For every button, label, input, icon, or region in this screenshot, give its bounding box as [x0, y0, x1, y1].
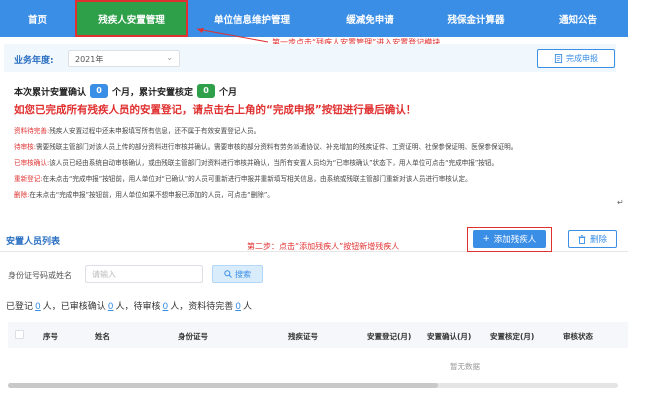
add-button-label: 添加残疾人 — [493, 235, 537, 245]
note-text: 需要残联主管部门对该人员上传的部分资料进行审核并确认。需要审核的部分资料有劳务派… — [36, 143, 518, 151]
search-button-label: 搜索 — [235, 269, 251, 279]
approved-count-badge: 0 — [197, 84, 216, 98]
horizontal-scrollbar-thumb[interactable] — [8, 383, 438, 388]
step1-arrow-line — [196, 28, 269, 43]
column-header-name: 姓名 — [95, 332, 110, 341]
note-approved: 已审核确认:该人员已经由系统自动审核确认，或由残联主管部门对资料进行审核并确认，… — [14, 157, 498, 167]
note-text: 残疾人安置过程中还未申报填写所有信息，还不属于有效安置登记人员。 — [49, 127, 261, 135]
note-tag: 重新登记: — [14, 175, 43, 183]
step2-callout: 第二步：点击“添加残疾人”按钮新增残疾人 — [247, 242, 400, 251]
note-incomplete: 资料待完善:残疾人安置过程中还未申报填写所有信息，还不属于有效安置登记人员。 — [14, 125, 260, 135]
note-tag: 已审核确认: — [14, 159, 50, 167]
note-text: 该人员已经由系统自动审核确认，或由残联主管部门对资料进行审核并确认，当所有安置人… — [49, 159, 499, 167]
select-all-checkbox[interactable] — [15, 330, 24, 339]
delete-button-label: 删除 — [589, 235, 607, 245]
summary-middle: 个月，累计安置核定 — [112, 87, 194, 98]
pending-count-link[interactable]: 0 — [163, 302, 169, 312]
column-header-review-status: 审核状态 — [563, 332, 593, 341]
note-text: 在未点击“完成申报”按钮前，用人单位对“已确认”的人员可重新进行申报并重新填写相… — [42, 175, 472, 183]
registered-count-link[interactable]: 0 — [35, 302, 41, 312]
complete-declaration-button[interactable]: 完成申报 — [537, 49, 615, 68]
column-header-confirmed-months: 安置确认(月) — [427, 332, 472, 341]
approved-count-link[interactable]: 0 — [108, 302, 114, 312]
note-tag: 资料待完善: — [14, 127, 50, 135]
empty-table-text: 暂无数据 — [450, 362, 480, 371]
note-text: 在未点击“完成申报”按钮前，用人单位如果不想申报已添加的人员，可点击“删除”。 — [29, 191, 274, 199]
note-pending-review: 待审核:需要残联主管部门对该人员上传的部分资料进行审核并确认。需要审核的部分资料… — [14, 141, 517, 151]
stats-label: 人，资料待完善 — [170, 302, 234, 312]
note-delete: 删除:在未点击“完成申报”按钮前，用人单位如果不想申报已添加的人员，可点击“删除… — [14, 189, 274, 199]
incomplete-count-link[interactable]: 0 — [235, 302, 241, 312]
registration-stats: 已登记 0 人，已审核确认 0 人，待审核 0 人，资料待完善 0 人 — [6, 299, 252, 312]
column-header-approved-months: 安置核定(月) — [490, 332, 535, 341]
stats-label: 人，待审核 — [115, 302, 161, 312]
confirmed-count-badge: 0 — [90, 84, 109, 98]
return-glyph-icon: ↵ — [617, 198, 624, 207]
document-icon — [554, 54, 563, 63]
column-header-id-number: 身份证号 — [178, 332, 208, 341]
personnel-list-title: 安置人员列表 — [6, 237, 61, 247]
complete-declaration-label: 完成申报 — [566, 54, 598, 63]
plus-icon: + — [482, 234, 490, 244]
summary-suffix: 个月 — [219, 87, 238, 98]
add-disabled-person-button[interactable]: + 添加残疾人 — [473, 230, 546, 248]
note-re-register: 重新登记:在未点击“完成申报”按钮前，用人单位对“已确认”的人员可重新进行申报并… — [14, 173, 472, 183]
search-input[interactable] — [85, 265, 203, 283]
note-tag: 待审核: — [14, 143, 37, 151]
chevron-down-icon: ⌄ — [166, 53, 173, 62]
year-label: 业务年度: — [14, 56, 54, 66]
delete-button[interactable]: 删除 — [568, 230, 617, 248]
column-header-index: 序号 — [43, 332, 58, 341]
search-label: 身份证号码或姓名 — [8, 271, 72, 280]
year-select[interactable]: 2021年 ⌄ — [68, 50, 180, 67]
placement-summary: 本次累计安置确认 0 个月，累计安置核定 0 个月 — [14, 84, 237, 98]
stats-label: 人 — [243, 302, 253, 312]
stats-label: 已登记 — [6, 302, 34, 312]
search-button[interactable]: 搜索 — [212, 265, 263, 283]
trash-icon — [578, 234, 586, 244]
column-header-disability-cert: 残疾证号 — [288, 332, 318, 341]
stats-label: 人，已审核确认 — [42, 302, 106, 312]
summary-prefix: 本次累计安置确认 — [14, 87, 87, 98]
final-confirmation-warning: 如您已完成所有残疾人员的安置登记，请点击右上角的“完成申报”按钮进行最后确认！ — [14, 104, 417, 116]
note-tag: 删除: — [14, 191, 30, 199]
search-icon — [224, 270, 232, 278]
year-value: 2021年 — [75, 55, 104, 64]
column-header-registered-months: 安置登记(月) — [367, 332, 412, 341]
